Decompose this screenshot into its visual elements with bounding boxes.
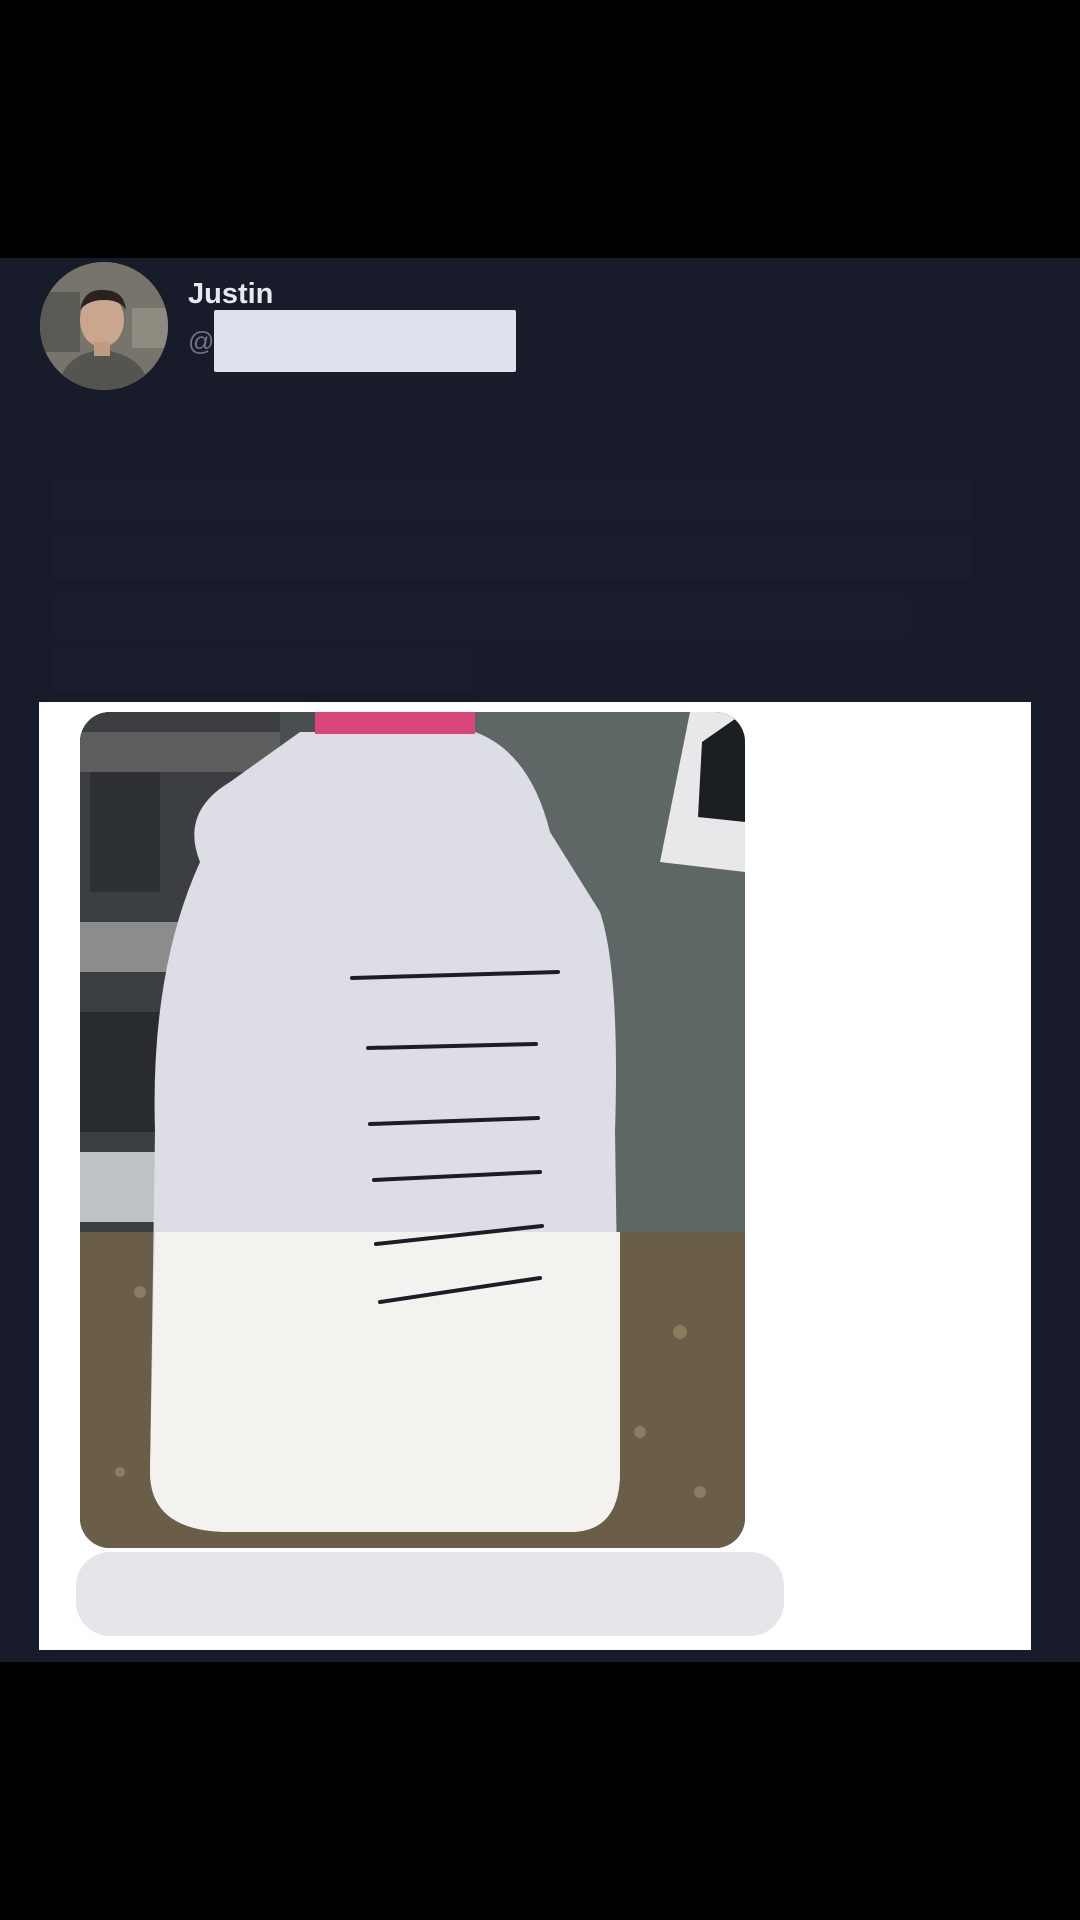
- obscured-text-line: [52, 594, 912, 638]
- milk-jug-photo-icon: [80, 712, 745, 1548]
- top-letterbox: [0, 0, 1080, 258]
- obscured-text-line: [52, 648, 472, 692]
- handle[interactable]: @: [188, 326, 214, 357]
- avatar[interactable]: [40, 262, 168, 390]
- caption-redaction: [76, 1552, 784, 1636]
- attachment-image[interactable]: [80, 712, 745, 1548]
- obscured-text-line: [52, 536, 972, 580]
- obscured-text-line: [52, 478, 972, 522]
- handle-redaction: [214, 310, 516, 372]
- avatar-photo-icon: [40, 262, 168, 390]
- bottom-letterbox: [0, 1662, 1080, 1920]
- display-name[interactable]: Justin: [188, 278, 273, 311]
